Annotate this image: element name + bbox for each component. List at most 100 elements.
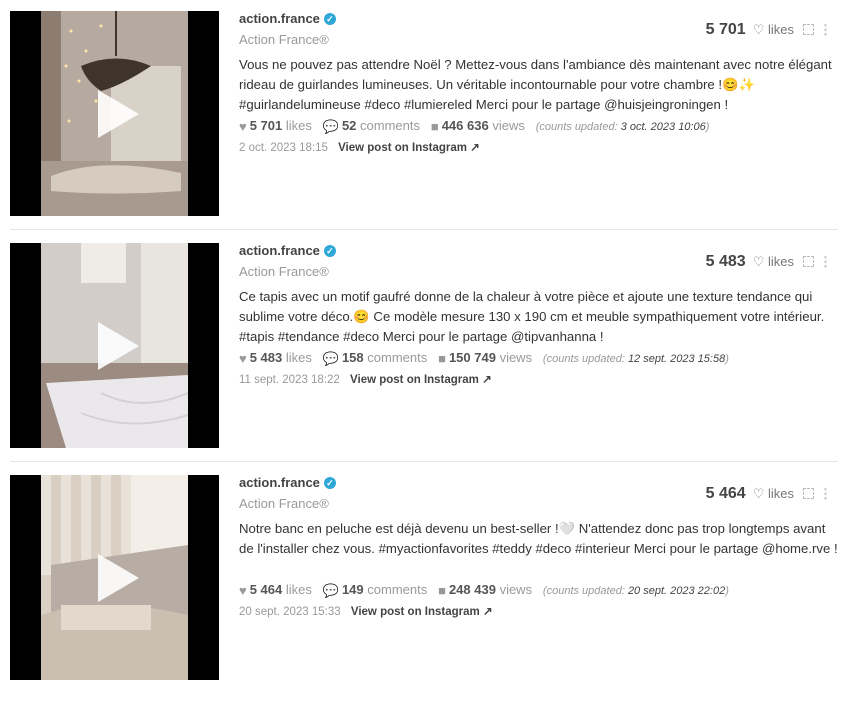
more-options-icon[interactable]: ⋮ — [819, 486, 832, 502]
divider — [10, 461, 838, 462]
play-icon[interactable] — [89, 88, 141, 140]
post-caption: Notre banc en peluche est déjà devenu un… — [239, 521, 838, 556]
video-thumbnail[interactable] — [10, 11, 219, 216]
heart-outline-icon: ♡ — [752, 254, 765, 269]
post-caption: Vous ne pouvez pas attendre Noël ? Mette… — [239, 57, 832, 112]
likes-count: 5 701 — [249, 118, 283, 133]
counts-updated-close: ) — [705, 121, 710, 133]
views-count: 150 749 — [448, 350, 496, 365]
username[interactable]: action.france ✓ — [239, 11, 336, 26]
view-on-instagram-label[interactable]: View post on Instagram — [351, 606, 480, 618]
video-thumbnail[interactable] — [10, 243, 219, 448]
verified-badge-icon: ✓ — [323, 477, 336, 489]
likes-word: likes — [285, 582, 312, 597]
view-on-instagram-link[interactable]: View post on Instagram ↗ — [351, 606, 493, 618]
external-link-icon[interactable]: ↗ — [482, 374, 492, 386]
post-date: 20 sept. 2023 15:33 — [239, 606, 341, 618]
post-card: action.france ✓ Action France® 5 483 ♡ lik… — [0, 243, 850, 475]
play-icon[interactable] — [89, 320, 141, 372]
counts-updated-date: 20 sept. 2023 22:02 — [627, 585, 726, 597]
view-on-instagram-label[interactable]: View post on Instagram — [338, 142, 467, 154]
views-word: views — [492, 118, 525, 133]
likes-label: likes — [767, 486, 794, 501]
comments-count: 149 — [341, 582, 364, 597]
view-on-instagram-link[interactable]: View post on Instagram ↗ — [338, 142, 480, 154]
comments-count: 52 — [341, 118, 357, 133]
heart-icon: ♥ — [239, 583, 247, 598]
post-summary: 5 701 ♡ likes ⋮ — [706, 21, 832, 39]
likes-label: likes — [767, 22, 794, 37]
counts-updated-close: ) — [725, 585, 729, 597]
verified-badge-icon: ✓ — [323, 13, 336, 25]
display-name: Action France® — [239, 32, 329, 47]
post-meta: 2 oct. 2023 18:15 View post on Instagram… — [239, 140, 480, 154]
username[interactable]: action.france ✓ — [239, 475, 336, 490]
likes-total: 5 464 — [705, 485, 746, 502]
username-text[interactable]: action.france — [239, 11, 320, 26]
verified-badge-icon: ✓ — [323, 245, 336, 257]
counts-updated: (counts updated: 3 oct. 2023 10:06) — [536, 121, 710, 133]
post-summary: 5 483 ♡ likes ⋮ — [706, 253, 832, 271]
external-link-icon[interactable]: ↗ — [470, 142, 480, 154]
post-meta: 20 sept. 2023 15:33 View post on Instagr… — [239, 604, 493, 618]
heart-outline-icon: ♡ — [752, 22, 765, 37]
views-count: 446 636 — [441, 118, 489, 133]
counts-updated-label: (counts updated: — [542, 353, 625, 365]
post-date: 11 sept. 2023 18:22 — [239, 374, 340, 386]
video-camera-icon: ■ — [430, 119, 439, 134]
heart-icon: ♥ — [239, 119, 247, 134]
counts-updated: (counts updated: 12 sept. 2023 15:58) — [543, 353, 729, 365]
views-word: views — [499, 350, 533, 365]
divider — [10, 229, 838, 230]
video-camera-icon: ■ — [438, 351, 446, 366]
likes-total: 5 483 — [705, 253, 746, 270]
post-card: action.france ✓ Action France® 5 701 ♡ lik… — [0, 11, 850, 243]
post-summary: 5 464 ♡ likes ⋮ — [706, 485, 832, 503]
heart-outline-icon: ♡ — [752, 486, 765, 501]
likes-label: likes — [767, 254, 794, 269]
comments-word: comments — [367, 350, 428, 365]
view-on-instagram-label[interactable]: View post on Instagram — [350, 374, 479, 386]
post-stats: ♥ 5 464 likes 💬 149 comments ■ 248 439 view… — [239, 582, 729, 599]
display-name: Action France® — [239, 264, 329, 279]
views-count: 248 439 — [448, 582, 496, 597]
post-stats: ♥ 5 701 likes 💬 52 comments ■ 446 636 views… — [239, 118, 709, 135]
counts-updated-date: 12 sept. 2023 15:58 — [627, 353, 726, 365]
counts-updated-close: ) — [725, 353, 729, 365]
likes-word: likes — [285, 118, 312, 133]
more-options-icon[interactable]: ⋮ — [819, 254, 832, 270]
post-date: 2 oct. 2023 18:15 — [239, 142, 328, 154]
more-options-icon[interactable]: ⋮ — [819, 22, 832, 38]
likes-word: likes — [285, 350, 312, 365]
comment-icon: 💬 — [322, 119, 339, 134]
post-meta: 11 sept. 2023 18:22 View post on Instagr… — [239, 372, 492, 386]
counts-updated-label: (counts updated: — [542, 585, 625, 597]
username[interactable]: action.france ✓ — [239, 243, 336, 258]
username-text[interactable]: action.france — [239, 475, 320, 490]
comments-word: comments — [360, 118, 420, 133]
display-name: Action France® — [239, 496, 329, 511]
video-camera-icon: ■ — [438, 583, 446, 598]
counts-updated-label: (counts updated: — [535, 121, 618, 133]
view-on-instagram-link[interactable]: View post on Instagram ↗ — [350, 374, 492, 386]
expand-icon[interactable] — [803, 256, 814, 267]
external-link-icon[interactable]: ↗ — [483, 606, 493, 618]
likes-count: 5 483 — [249, 350, 283, 365]
play-icon[interactable] — [89, 552, 141, 604]
video-thumbnail[interactable] — [10, 475, 219, 680]
counts-updated: (counts updated: 20 sept. 2023 22:02) — [543, 585, 729, 597]
expand-icon[interactable] — [803, 24, 814, 35]
comment-icon: 💬 — [322, 351, 339, 366]
likes-total: 5 701 — [705, 21, 746, 38]
views-word: views — [499, 582, 533, 597]
post-card: action.france ✓ Action France® 5 464 ♡ lik… — [0, 475, 850, 707]
comments-word: comments — [367, 582, 428, 597]
comment-icon: 💬 — [322, 583, 339, 598]
comments-count: 158 — [341, 350, 364, 365]
heart-icon: ♥ — [239, 351, 247, 366]
post-caption: Ce tapis avec un motif gaufré donne de l… — [239, 289, 825, 344]
likes-count: 5 464 — [249, 582, 283, 597]
username-text[interactable]: action.france — [239, 243, 320, 258]
post-stats: ♥ 5 483 likes 💬 158 comments ■ 150 749 view… — [239, 350, 729, 367]
expand-icon[interactable] — [803, 488, 814, 499]
